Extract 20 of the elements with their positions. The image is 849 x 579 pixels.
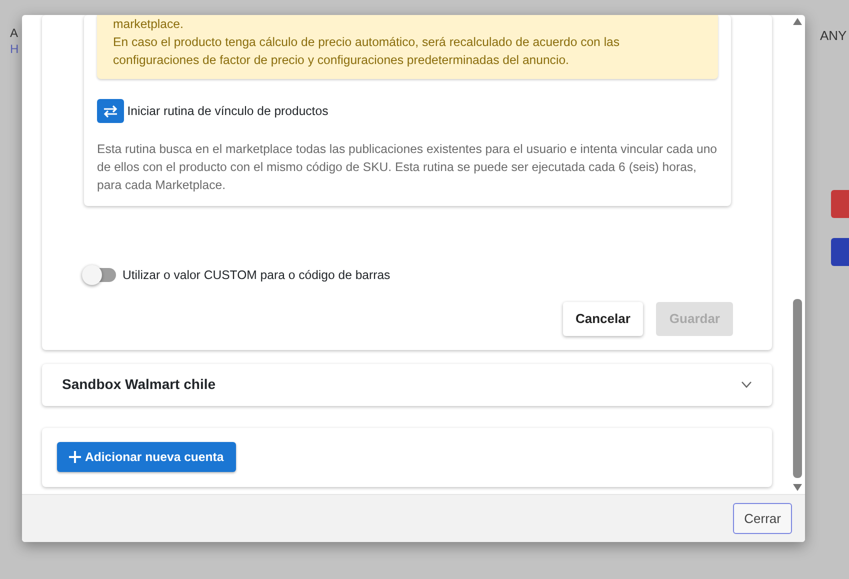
warning-text: marketplace. — [113, 16, 184, 33]
plus-icon — [69, 451, 81, 464]
add-account-button[interactable]: Adicionar nueva cuenta — [57, 442, 236, 472]
chevron-icon — [741, 381, 752, 388]
scroll-down-icon[interactable] — [793, 484, 802, 491]
toggle-switch[interactable] — [84, 268, 116, 282]
page-title: A — [10, 25, 18, 42]
routine-description: Esta rutina busca en el marketplace todas las publicaciones existentes para el usuario e intenta vincular cada uno de ellos con el producto con el mismo código de SKU. Esta rutina se puede ser ejecutada cada 6 (seis) horas, para cada Marketplace. — [97, 141, 718, 194]
routine-label: Iniciar rutina de vínculo de productos — [127, 102, 328, 120]
warning-text: En caso el producto tenga cálculo de precio automático, será recalculado de acuerdo con las configuraciones de factor de precio y configuraciones predeterminadas del anuncio. — [113, 34, 621, 69]
scroll-up-icon[interactable] — [793, 18, 802, 25]
cancel-button[interactable]: Cancelar — [562, 302, 644, 336]
scrollbar-thumb[interactable] — [793, 299, 802, 478]
user-name: ANY — [820, 27, 847, 45]
start-routine-button[interactable] — [97, 99, 124, 123]
close-button[interactable]: Cerrar — [733, 502, 792, 534]
swap-arrows-icon — [103, 104, 118, 118]
toggle-label: Utilizar o valor CUSTOM para o código de barras — [122, 267, 390, 284]
account-name: Sandbox Walmart chile — [62, 375, 216, 394]
account-accordion[interactable]: Sandbox Walmart chile — [42, 364, 772, 406]
